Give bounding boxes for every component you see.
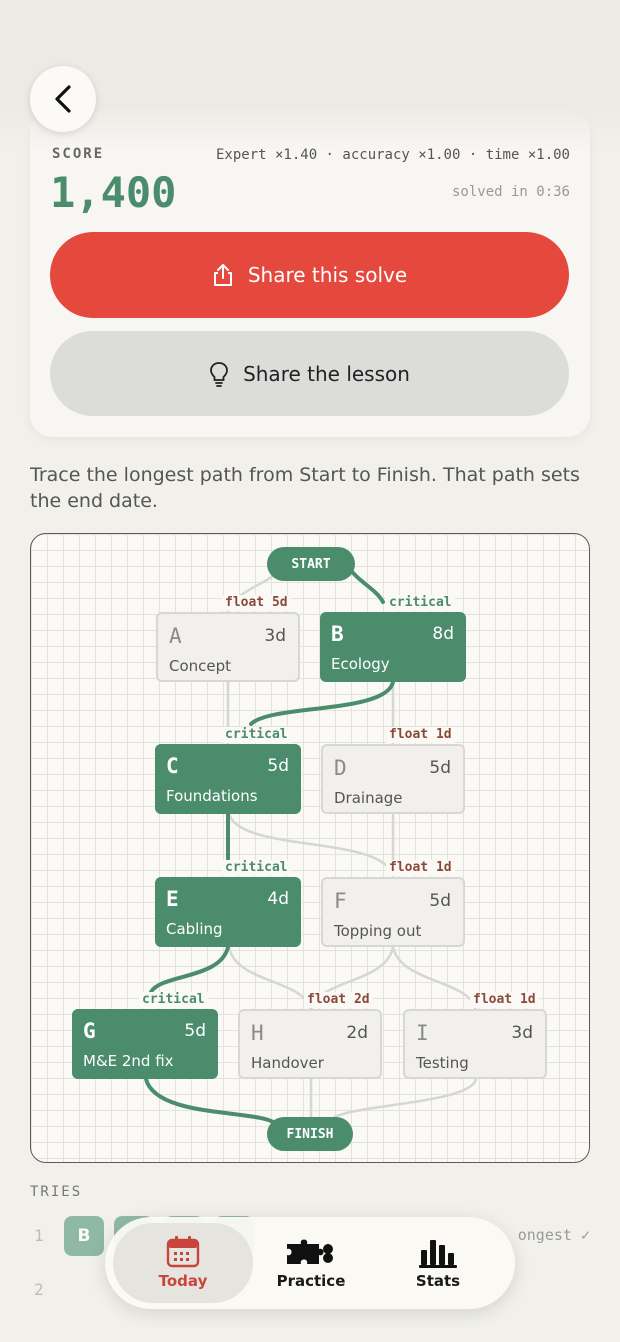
node-name: Foundations	[166, 787, 258, 805]
bar-chart-icon	[419, 1240, 457, 1268]
node-letter: D	[334, 756, 347, 780]
tag-f: float 1d	[386, 860, 455, 876]
tab-bar: Today Practice Stats	[105, 1217, 515, 1309]
node-duration: 3d	[264, 626, 286, 646]
edge-e-h	[227, 946, 313, 1012]
task-node-f[interactable]: F 5d Topping out	[321, 877, 465, 947]
tag-i: float 1d	[470, 992, 539, 1008]
share-lesson-label: Share the lesson	[243, 361, 410, 386]
edge-g-finish	[144, 1077, 278, 1126]
tab-practice[interactable]: Practice	[241, 1223, 381, 1303]
node-duration: 2d	[346, 1023, 368, 1043]
node-letter: B	[331, 622, 344, 646]
lightbulb-icon	[210, 361, 228, 387]
score-label: SCORE	[52, 146, 105, 162]
node-letter: C	[166, 754, 179, 778]
node-name: Testing	[416, 1054, 469, 1072]
tab-label: Practice	[276, 1272, 346, 1290]
try-number: 1	[34, 1226, 44, 1245]
node-letter: H	[251, 1021, 264, 1045]
node-duration: 5d	[429, 758, 451, 778]
status-bar: 09:41	[0, 0, 620, 70]
score-multipliers: Expert ×1.40 · accuracy ×1.00 · time ×1.…	[215, 147, 570, 163]
tag-h: float 2d	[304, 992, 373, 1008]
node-duration: 5d	[429, 891, 451, 911]
task-node-h[interactable]: H 2d Handover	[238, 1009, 382, 1079]
node-duration: 8d	[432, 624, 454, 644]
chevron-left-icon	[55, 85, 71, 113]
edge-f-i	[391, 946, 478, 1012]
node-letter: I	[416, 1021, 429, 1045]
node-name: Topping out	[334, 922, 422, 940]
node-letter: E	[166, 887, 179, 911]
tries-label: TRIES	[30, 1184, 83, 1200]
tag-d: float 1d	[386, 727, 455, 743]
task-node-a[interactable]: A 3d Concept	[156, 612, 300, 682]
share-icon	[213, 264, 232, 286]
share-solve-button[interactable]: Share this solve	[50, 232, 569, 318]
task-node-c[interactable]: C 5d Foundations	[155, 744, 301, 814]
node-duration: 4d	[267, 889, 289, 909]
node-name: Handover	[251, 1054, 324, 1072]
score-card: SCORE 1,400 Expert ×1.40 · accuracy ×1.0…	[30, 110, 590, 437]
tag-b: critical	[386, 595, 455, 611]
battery-charging-icon	[550, 22, 588, 42]
status-icons	[480, 22, 590, 42]
node-duration: 5d	[184, 1021, 206, 1041]
node-duration: 3d	[511, 1023, 533, 1043]
tag-e: critical	[222, 860, 291, 876]
share-lesson-button[interactable]: Share the lesson	[50, 331, 569, 416]
solve-time: solved in 0:36	[451, 184, 570, 200]
tab-label: Stats	[415, 1272, 461, 1290]
tag-c: critical	[222, 727, 291, 743]
finish-node: FINISH	[267, 1117, 353, 1151]
task-node-e[interactable]: E 4d Cabling	[155, 877, 301, 947]
task-node-i[interactable]: I 3d Testing	[403, 1009, 547, 1079]
edge-e-g	[149, 945, 230, 994]
tab-label: Today	[158, 1272, 208, 1290]
try-result: ongest ✓	[517, 1226, 590, 1244]
try-number: 2	[34, 1280, 44, 1299]
node-name: Cabling	[166, 920, 223, 938]
node-name: M&E 2nd fix	[83, 1052, 174, 1070]
calendar-icon	[166, 1236, 200, 1268]
tab-stats[interactable]: Stats	[368, 1223, 508, 1303]
tag-g: critical	[139, 992, 208, 1008]
tab-today[interactable]: Today	[113, 1223, 253, 1303]
signal-icon	[480, 23, 506, 41]
score-value: 1,400	[50, 168, 177, 217]
node-duration: 5d	[267, 756, 289, 776]
network-diagram: START FINISH float 5d critical critical …	[30, 533, 590, 1163]
share-solve-label: Share this solve	[247, 263, 408, 287]
node-letter: F	[334, 889, 347, 913]
status-time: 09:41	[54, 18, 128, 44]
edge-b-c	[249, 680, 395, 726]
node-name: Ecology	[331, 655, 390, 673]
node-letter: G	[83, 1019, 96, 1043]
instruction-text: Trace the longest path from Start to Fin…	[30, 464, 580, 512]
wifi-icon	[516, 22, 542, 42]
task-node-g[interactable]: G 5d M&E 2nd fix	[72, 1009, 218, 1079]
node-letter: A	[169, 624, 182, 648]
tag-a: float 5d	[222, 595, 291, 611]
node-name: Concept	[169, 657, 232, 675]
start-node: START	[267, 547, 355, 581]
edge-i-finish	[330, 1078, 478, 1121]
task-node-b[interactable]: B 8d Ecology	[320, 612, 466, 682]
task-node-d[interactable]: D 5d Drainage	[321, 744, 465, 814]
back-button[interactable]	[30, 66, 96, 132]
puzzle-icon	[287, 1239, 333, 1264]
try-chip: B	[64, 1216, 104, 1256]
node-name: Drainage	[334, 789, 403, 807]
